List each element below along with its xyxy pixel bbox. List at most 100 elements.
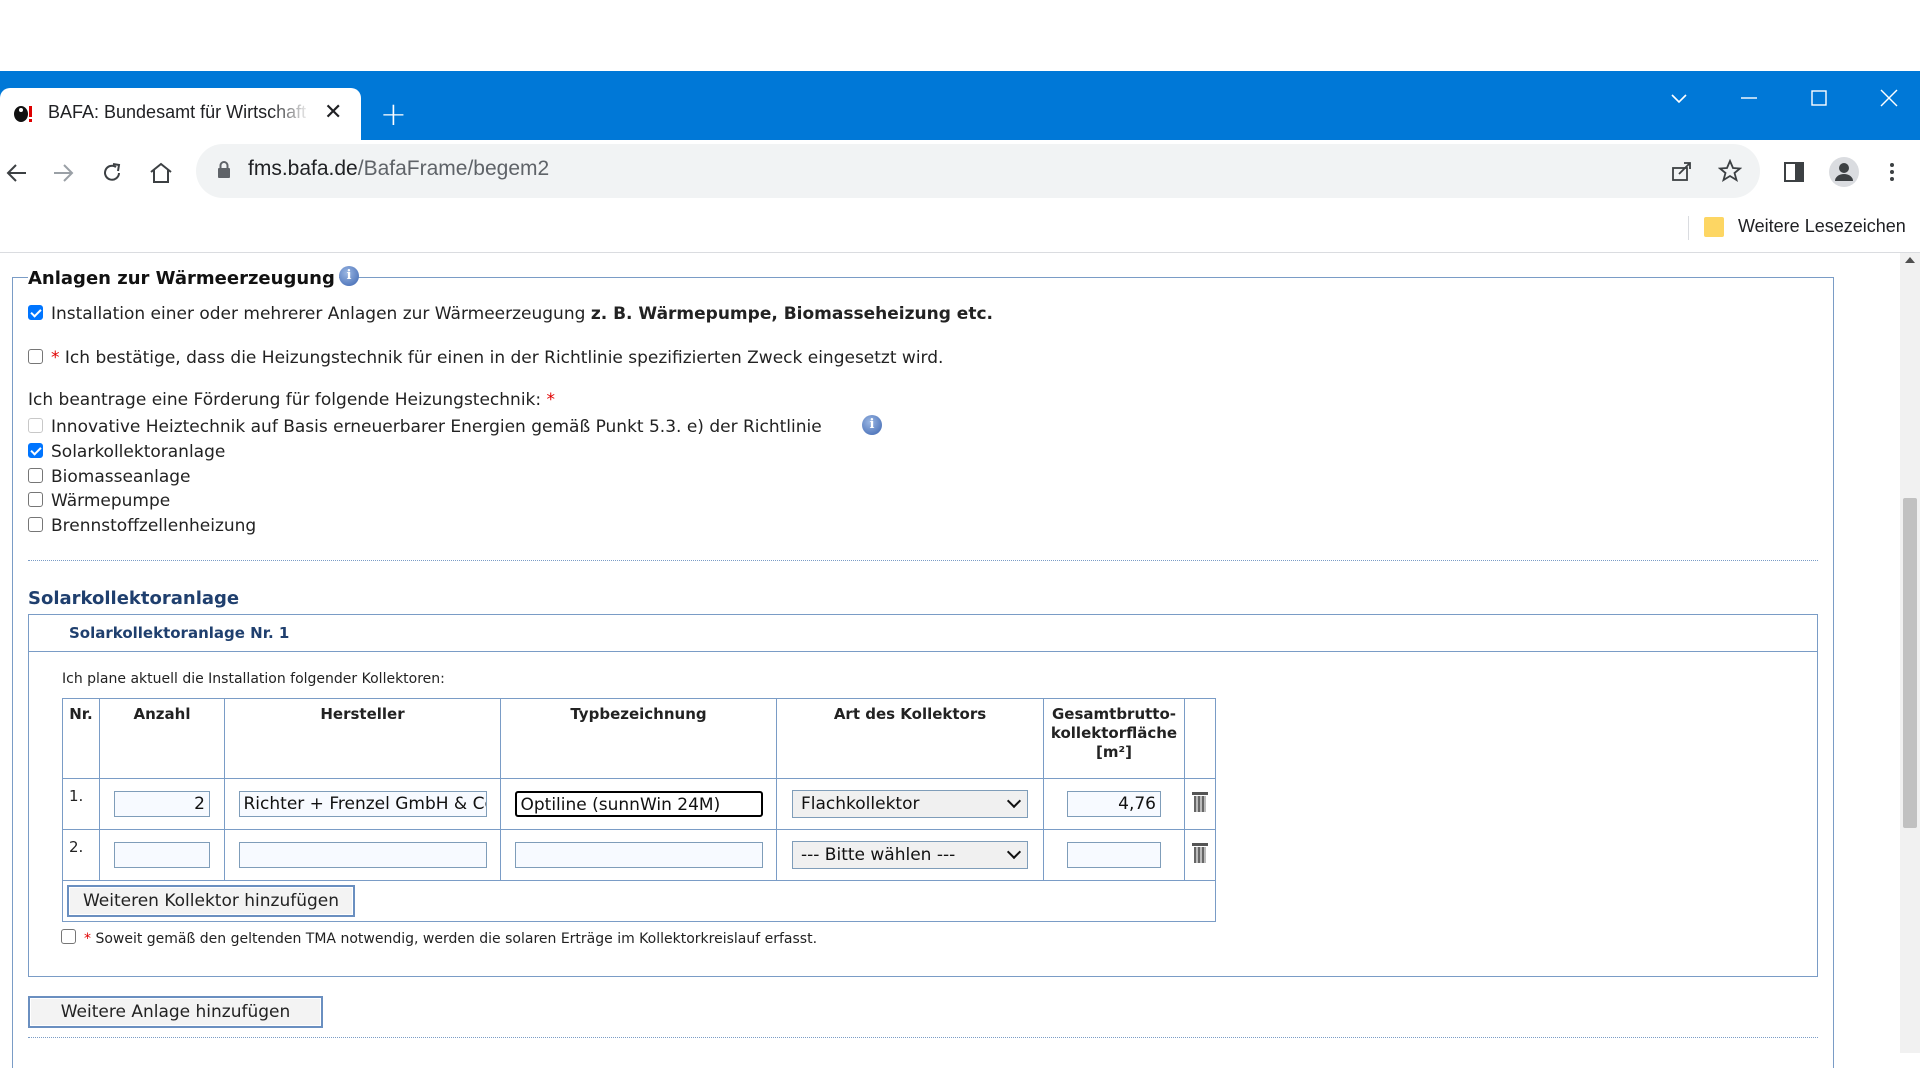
page-content: Anlagen zur Wärmeerzeugung i Installatio… xyxy=(0,253,1900,1068)
row-nr: 1. xyxy=(62,778,100,830)
option-heatpump-checkbox[interactable] xyxy=(28,492,43,507)
section-divider xyxy=(28,1037,1818,1038)
maximize-icon[interactable] xyxy=(1808,87,1830,109)
reload-icon[interactable] xyxy=(99,160,125,186)
request-label: Ich beantrage eine Förderung für folgend… xyxy=(28,390,542,410)
required-mark: * xyxy=(51,348,60,368)
close-tab-icon[interactable]: ✕ xyxy=(324,100,342,126)
header-flaeche-line2: kollektorfläche xyxy=(1050,724,1178,742)
info-icon[interactable]: i xyxy=(862,415,882,435)
hersteller-input[interactable]: Richter + Frenzel GmbH & Co. KG xyxy=(238,791,487,817)
table-row: 2. --- Bitte wählen --- xyxy=(62,829,1216,881)
trash-icon[interactable] xyxy=(1192,792,1208,812)
confirm-row: * Ich bestätige, dass die Heizungstechni… xyxy=(28,348,943,368)
collector-intro: Ich plane aktuell die Installation folge… xyxy=(62,671,445,687)
tma-checkbox[interactable] xyxy=(61,929,76,944)
confirm-checkbox[interactable] xyxy=(28,349,43,364)
art-select-value: Flachkollektor xyxy=(801,794,920,814)
tma-label: Soweit gemäß den geltenden TMA notwendig… xyxy=(95,931,818,947)
typ-input[interactable] xyxy=(514,842,763,868)
tab-title: BAFA: Bundesamt für Wirtschaft und Ausfu… xyxy=(48,102,310,122)
required-mark: * xyxy=(546,390,556,410)
table-row: 1. 2 Richter + Frenzel GmbH & Co. KG Opt… xyxy=(62,778,1216,830)
required-mark: * xyxy=(84,931,91,947)
add-plant-button[interactable]: Weitere Anlage hinzufügen xyxy=(28,996,323,1028)
header-flaeche-unit: [m²] xyxy=(1096,743,1132,761)
typ-input[interactable]: Optiline (sunnWin 24M) xyxy=(514,791,763,817)
screen-top-margin xyxy=(0,0,1920,71)
minimize-icon[interactable] xyxy=(1738,87,1760,109)
header-nr: Nr. xyxy=(62,698,100,779)
install-row: Installation einer oder mehrerer Anlagen… xyxy=(28,304,993,324)
option-label: Solarkollektoranlage xyxy=(51,442,226,462)
heat-generation-legend: Anlagen zur Wärmeerzeugung xyxy=(28,268,339,289)
scroll-up-arrow-icon[interactable] xyxy=(1905,257,1915,263)
tma-row: * Soweit gemäß den geltenden TMA notwend… xyxy=(61,929,817,947)
table-header-row: Nr. Anzahl Hersteller Typbezeichnung Art… xyxy=(62,698,1216,779)
browser-toolbar: fms.bafa.de/BafaFrame/begem2 xyxy=(0,140,1920,204)
bookmark-star-icon[interactable] xyxy=(1718,159,1742,183)
collector-table: Nr. Anzahl Hersteller Typbezeichnung Art… xyxy=(62,698,1216,922)
url-host: fms.bafa.de xyxy=(248,157,358,180)
option-solar: Solarkollektoranlage xyxy=(28,442,225,462)
url-text[interactable]: fms.bafa.de/BafaFrame/begem2 xyxy=(248,157,549,181)
header-anzahl: Anzahl xyxy=(99,698,225,779)
art-select[interactable]: --- Bitte wählen --- xyxy=(792,841,1028,869)
header-typ: Typbezeichnung xyxy=(500,698,777,779)
anzahl-input[interactable]: 2 xyxy=(114,791,210,817)
lock-icon[interactable] xyxy=(216,160,232,180)
flaeche-input[interactable] xyxy=(1067,842,1161,868)
confirm-label: Ich bestätige, dass die Heizungstechnik … xyxy=(64,348,944,368)
art-select[interactable]: Flachkollektor xyxy=(792,790,1028,818)
solar-plant-box: Solarkollektoranlage Nr. 1 Ich plane akt… xyxy=(28,614,1818,977)
request-label-row: Ich beantrage eine Förderung für folgend… xyxy=(28,390,555,410)
solar-plant-title: Solarkollektoranlage Nr. 1 xyxy=(69,624,290,642)
option-label: Biomasseanlage xyxy=(51,467,191,487)
art-select-value: --- Bitte wählen --- xyxy=(801,845,956,865)
header-art: Art des Kollektors xyxy=(776,698,1044,779)
home-icon[interactable] xyxy=(148,160,174,186)
option-label: Innovative Heiztechnik auf Basis erneuer… xyxy=(51,417,822,437)
option-fuelcell: Brennstoffzellenheizung xyxy=(28,516,256,536)
header-actions xyxy=(1184,698,1216,779)
tab-search-chevron-icon[interactable] xyxy=(1668,87,1690,109)
page-scrollbar[interactable] xyxy=(1900,253,1920,1053)
flaeche-input[interactable]: 4,76 xyxy=(1067,791,1161,817)
anzahl-input[interactable] xyxy=(114,842,210,868)
address-bar[interactable]: fms.bafa.de/BafaFrame/begem2 xyxy=(196,144,1760,198)
trash-icon[interactable] xyxy=(1192,843,1208,863)
header-flaeche-line1: Gesamtbrutto- xyxy=(1051,705,1177,723)
scroll-thumb[interactable] xyxy=(1903,498,1917,828)
option-fuelcell-checkbox[interactable] xyxy=(28,517,43,532)
side-panel-icon[interactable] xyxy=(1782,160,1806,184)
chevron-down-icon xyxy=(1006,793,1022,809)
forward-arrow-icon[interactable] xyxy=(50,160,76,186)
option-label: Wärmepumpe xyxy=(51,491,171,511)
option-biomass-checkbox[interactable] xyxy=(28,468,43,483)
browser-tab[interactable]: BAFA: Bundesamt für Wirtschaft und Ausfu… xyxy=(0,88,361,140)
option-label: Brennstoffzellenheizung xyxy=(51,516,257,536)
back-arrow-icon[interactable] xyxy=(4,160,30,186)
bafa-eagle-icon xyxy=(14,106,32,122)
option-innovative-checkbox[interactable] xyxy=(28,418,43,433)
install-checkbox[interactable] xyxy=(28,305,43,320)
option-innovative: Innovative Heiztechnik auf Basis erneuer… xyxy=(28,417,822,437)
table-footer-row: Weiteren Kollektor hinzufügen xyxy=(62,880,1216,922)
other-bookmarks-link[interactable]: Weitere Lesezeichen xyxy=(1738,216,1906,237)
option-solar-checkbox[interactable] xyxy=(28,443,43,458)
bookmarks-divider xyxy=(1688,216,1689,240)
share-icon[interactable] xyxy=(1670,159,1694,183)
hersteller-input[interactable] xyxy=(238,842,487,868)
profile-avatar-icon[interactable] xyxy=(1828,156,1860,188)
solar-section-title: Solarkollektoranlage xyxy=(28,588,240,609)
browser-tab-bar: BAFA: Bundesamt für Wirtschaft und Ausfu… xyxy=(0,71,1920,140)
header-flaeche: Gesamtbrutto- kollektorfläche [m²] xyxy=(1043,698,1185,779)
browser-menu-icon[interactable] xyxy=(1880,160,1904,184)
folder-icon[interactable] xyxy=(1704,217,1724,237)
url-path: /BafaFrame/begem2 xyxy=(357,157,550,180)
close-window-icon[interactable] xyxy=(1878,87,1900,109)
option-biomass: Biomasseanlage xyxy=(28,467,191,487)
add-collector-button[interactable]: Weiteren Kollektor hinzufügen xyxy=(67,885,355,917)
new-tab-icon[interactable]: + xyxy=(380,98,407,130)
info-icon[interactable]: i xyxy=(339,266,359,286)
